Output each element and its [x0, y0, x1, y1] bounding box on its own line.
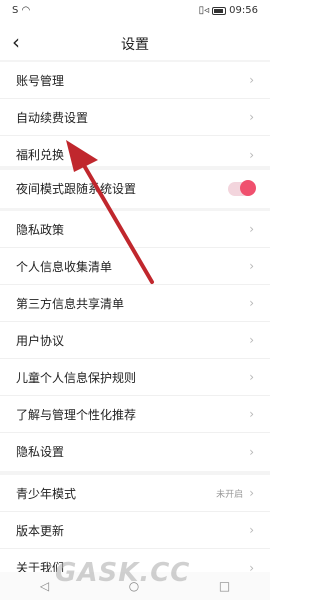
teen-mode-status: 未开启	[216, 489, 244, 500]
chevron-right-icon: ›	[249, 296, 254, 310]
status-icons: ▯◃	[198, 5, 210, 16]
signal-wifi-icon: S ◠	[12, 5, 31, 16]
row-label: 福利兑换	[16, 148, 65, 162]
row-label: 儿童个人信息保护规则	[16, 370, 137, 385]
row-teen-mode[interactable]: 青少年模式 未开启 ›	[0, 475, 270, 512]
row-label: 第三方信息共享清单	[16, 296, 125, 311]
row-personalized-recommend[interactable]: 了解与管理个性化推荐 ›	[0, 396, 270, 433]
row-account-management[interactable]: 账号管理 ›	[0, 62, 270, 99]
chevron-right-icon: ›	[249, 486, 254, 500]
page-title: 设置	[121, 37, 149, 53]
row-label: 账号管理	[16, 73, 65, 88]
settings-group-privacy: 隐私政策 › 个人信息收集清单 › 第三方信息共享清单 › 用户协议 › 儿童个…	[0, 211, 270, 470]
chevron-right-icon: ›	[249, 110, 254, 124]
row-personal-info-list[interactable]: 个人信息收集清单 ›	[0, 248, 270, 285]
row-child-protection[interactable]: 儿童个人信息保护规则 ›	[0, 359, 270, 396]
row-privacy-settings[interactable]: 隐私设置 ›	[0, 433, 270, 470]
row-label: 隐私政策	[16, 222, 65, 237]
settings-group-night: 夜间模式跟随系统设置	[0, 170, 270, 207]
row-auto-renew[interactable]: 自动续费设置 ›	[0, 99, 270, 136]
row-right: 未开启 ›	[216, 486, 254, 500]
chevron-right-icon: ›	[249, 259, 254, 273]
settings-group-account: 账号管理 › 自动续费设置 › 福利兑换 ›	[0, 62, 270, 173]
chevron-right-icon: ›	[249, 407, 254, 421]
row-user-agreement[interactable]: 用户协议 ›	[0, 322, 270, 359]
chevron-right-icon: ›	[249, 333, 254, 347]
chevron-right-icon: ›	[249, 222, 254, 236]
header: ‹ 设置	[0, 26, 270, 60]
row-label: 用户协议	[16, 333, 65, 348]
row-label: 个人信息收集清单	[16, 259, 113, 274]
row-label: 隐私设置	[16, 445, 65, 459]
chevron-right-icon: ›	[249, 147, 254, 162]
status-time: 09:56	[229, 5, 258, 16]
watermark-logo: GASK.CC	[55, 558, 191, 588]
row-privacy-policy[interactable]: 隐私政策 ›	[0, 211, 270, 248]
nav-recent-icon[interactable]: □	[219, 579, 230, 593]
row-label: 了解与管理个性化推荐	[16, 407, 137, 422]
nav-back-icon[interactable]: ◁	[40, 579, 49, 593]
chevron-right-icon: ›	[249, 73, 254, 87]
row-label: 版本更新	[16, 523, 65, 538]
row-night-mode: 夜间模式跟随系统设置	[0, 170, 270, 207]
chevron-right-icon: ›	[249, 523, 254, 537]
row-label: 自动续费设置	[16, 110, 89, 125]
chevron-right-icon: ›	[249, 370, 254, 384]
chevron-right-icon: ›	[249, 444, 254, 459]
row-third-party-sharing[interactable]: 第三方信息共享清单 ›	[0, 285, 270, 322]
row-label: 夜间模式跟随系统设置	[16, 182, 137, 196]
row-label: 青少年模式	[16, 486, 77, 501]
status-right: ▯◃ 09:56	[199, 5, 258, 16]
row-version-update[interactable]: 版本更新 ›	[0, 512, 270, 549]
night-mode-toggle[interactable]	[228, 179, 256, 196]
status-bar: S ◠ ▯◃ 09:56	[0, 0, 270, 24]
battery-icon	[212, 6, 227, 15]
